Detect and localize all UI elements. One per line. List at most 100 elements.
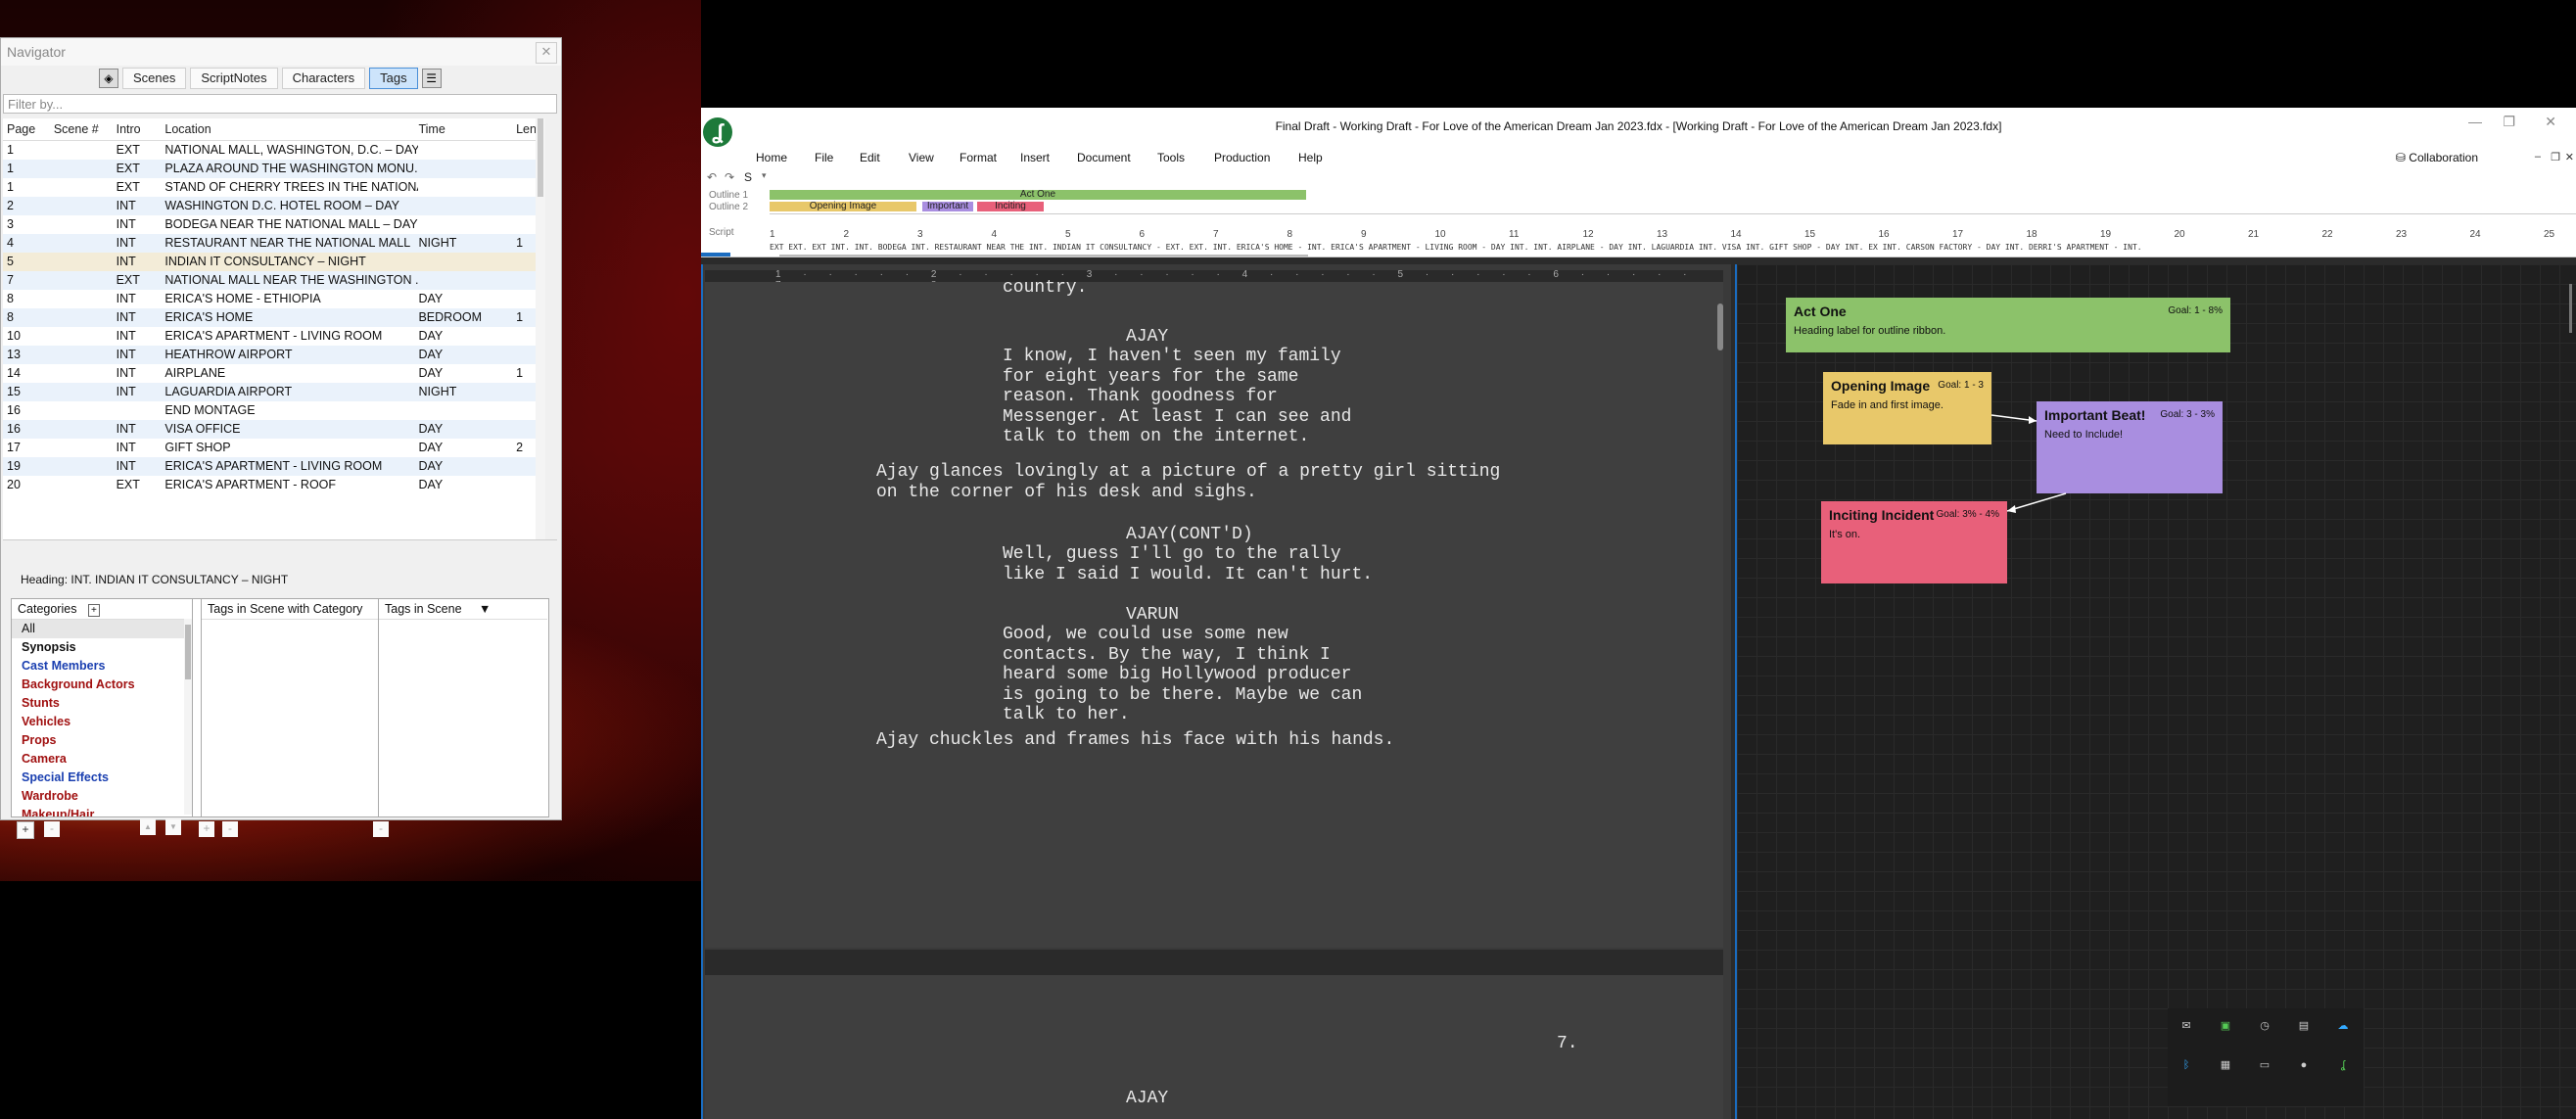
tab-scriptnotes[interactable]: ScriptNotes — [190, 68, 278, 89]
menu-insert[interactable]: Insert — [1020, 151, 1050, 164]
ruler-page-number[interactable]: 21 — [2248, 229, 2259, 240]
ruler-page-number[interactable]: 1 — [770, 229, 775, 240]
ruler-track[interactable] — [779, 255, 1308, 256]
table-row[interactable]: 1 EXT NATIONAL MALL, WASHINGTON, D.C. – DA… — [3, 141, 545, 160]
doc-restore-icon[interactable]: ❐ — [2551, 151, 2560, 163]
chevron-down-icon[interactable]: ▼ — [479, 602, 491, 616]
category-item[interactable]: Stunts — [12, 694, 192, 713]
menu-tools[interactable]: Tools — [1157, 151, 1185, 164]
table-row[interactable]: 15 INT LAGUARDIA AIRPORT NIGHT — [3, 383, 545, 401]
table-row[interactable]: 3 INT BODEGA NEAR THE NATIONAL MALL – DAY — [3, 215, 545, 234]
ruler-page-number[interactable]: 20 — [2175, 229, 2185, 240]
category-item[interactable]: Wardrobe — [12, 787, 192, 806]
ruler-page-number[interactable]: 3 — [917, 229, 923, 240]
minimize-icon[interactable]: — — [2468, 114, 2482, 129]
ruler-page-number[interactable]: 16 — [1879, 229, 1890, 240]
outline-inciting[interactable]: Inciting — [977, 202, 1044, 211]
menu-production[interactable]: Production — [1214, 151, 1270, 164]
redo-icon[interactable]: ↷ — [725, 170, 734, 184]
add-icon[interactable]: + — [17, 821, 34, 839]
character-name[interactable]: VARUN — [1126, 605, 1179, 626]
character-name[interactable]: AJAY(CONT'D) — [1126, 525, 1253, 545]
ruler-page-number[interactable]: 13 — [1657, 229, 1667, 240]
category-item[interactable]: Props — [12, 731, 192, 750]
list-view-icon[interactable]: ☰ — [421, 69, 442, 88]
beat-board-scrollbar[interactable] — [2569, 284, 2572, 333]
outline-important[interactable]: Important — [922, 202, 973, 211]
category-item[interactable]: Vehicles — [12, 713, 192, 731]
ruler-page-number[interactable]: 23 — [2396, 229, 2407, 240]
character-name[interactable]: AJAY — [1126, 1089, 1168, 1109]
menu-document[interactable]: Document — [1077, 151, 1131, 164]
menu-view[interactable]: View — [909, 151, 934, 164]
dialogue[interactable]: Well, guess I'll go to the rally like I … — [1003, 544, 1373, 584]
dialogue[interactable]: Good, we could use some new contacts. By… — [1003, 625, 1362, 725]
collaboration-button[interactable]: ⛁ Collaboration — [2396, 151, 2478, 164]
script-pane[interactable]: 1 · · · · · 2 · · · · · 3 · · · · · 4 · … — [701, 264, 1731, 1119]
category-item[interactable]: Special Effects — [12, 769, 192, 787]
table-row[interactable]: 16 END MONTAGE — [3, 401, 545, 420]
table-row[interactable]: 5 INT INDIAN IT CONSULTANCY – NIGHT — [3, 253, 545, 271]
table-row[interactable]: 16 INT VISA OFFICE DAY — [3, 420, 545, 439]
clock-icon[interactable]: ◷ — [2258, 1020, 2272, 1032]
category-item[interactable]: Camera — [12, 750, 192, 769]
tab-scenes[interactable]: Scenes — [122, 68, 187, 89]
action[interactable]: Ajay glances lovingly at a picture of a … — [876, 462, 1500, 502]
categories-scrollbar[interactable] — [184, 619, 192, 815]
final-draft-tray-icon[interactable]: ʆ — [2336, 1059, 2350, 1071]
ruler-page-number[interactable]: 11 — [1509, 229, 1519, 240]
ruler-page-number[interactable]: 22 — [2322, 229, 2333, 240]
add-tag-icon[interactable]: + — [199, 821, 214, 837]
table-row[interactable]: 19 INT ERICA'S APARTMENT - LIVING ROOM DAY — [3, 457, 545, 476]
tags-in-scene-header[interactable]: Tags in Scene ▼ — [379, 599, 547, 620]
ruler-page-number[interactable]: 10 — [1435, 229, 1446, 240]
beat-act-one[interactable]: Act One Goal: 1 - 8% Heading label for o… — [1786, 298, 2230, 352]
ruler-page-number[interactable]: 7 — [1213, 229, 1219, 240]
ruler-page-number[interactable]: 14 — [1731, 229, 1742, 240]
scene-strip[interactable]: EXT EXT. EXT INT. INT. BODEGA INT. RESTA… — [770, 243, 2142, 252]
column-header-scene-number[interactable]: Scene # — [54, 118, 117, 140]
table-row[interactable]: 20 EXT ERICA'S APARTMENT - ROOF DAY — [3, 476, 545, 494]
cloud-icon[interactable]: ☁ — [2336, 1020, 2350, 1032]
menu-file[interactable]: File — [815, 151, 833, 164]
dialogue[interactable]: I know, I haven't seen my family for eig… — [1003, 347, 1351, 447]
nvidia-icon[interactable]: ▣ — [2219, 1020, 2232, 1032]
beat-important-beat[interactable]: Important Beat! Goal: 3 - 3% Need to Inc… — [2037, 401, 2223, 493]
arrow-down-icon[interactable]: ▼ — [165, 819, 181, 835]
ruler-slider[interactable] — [701, 253, 730, 256]
outline-act-one[interactable]: Act One — [770, 190, 1306, 200]
scrollbar-thumb[interactable] — [538, 118, 543, 197]
table-row[interactable]: 1 EXT STAND OF CHERRY TREES IN THE NATIONA… — [3, 178, 545, 197]
menu-edit[interactable]: Edit — [860, 151, 880, 164]
table-row[interactable]: 14 INT AIRPLANE DAY 1 — [3, 364, 545, 383]
character-name[interactable]: AJAY — [1126, 327, 1168, 348]
ruler-page-number[interactable]: 2 — [844, 229, 850, 240]
column-header-intro[interactable]: Intro — [117, 118, 165, 140]
outline-opening-image[interactable]: Opening Image — [770, 202, 916, 211]
mail-icon[interactable]: ✉ — [2179, 1020, 2193, 1032]
ruler-page-number[interactable]: 24 — [2470, 229, 2481, 240]
ruler-page-number[interactable]: 9 — [1361, 229, 1367, 240]
table-row[interactable]: 10 INT ERICA'S APARTMENT - LIVING ROOM DAY — [3, 327, 545, 346]
customize-icon[interactable]: ▾ — [762, 170, 767, 181]
script-scrollbar[interactable] — [1717, 303, 1723, 350]
scrollbar-thumb[interactable] — [185, 625, 191, 679]
ruler-page-number[interactable]: 12 — [1583, 229, 1594, 240]
ruler-page-number[interactable]: 4 — [992, 229, 998, 240]
ruler-page-number[interactable]: 15 — [1804, 229, 1815, 240]
menu-help[interactable]: Help — [1298, 151, 1323, 164]
beat-board[interactable]: Act One Goal: 1 - 8% Heading label for o… — [1735, 264, 2576, 1119]
tab-characters[interactable]: Characters — [281, 68, 366, 89]
category-item[interactable]: Makeup/Hair — [12, 806, 192, 816]
doc-close-icon[interactable]: ✕ — [2565, 151, 2574, 163]
menu-format[interactable]: Format — [960, 151, 997, 164]
ruler-page-number[interactable]: 8 — [1288, 229, 1293, 240]
column-header-time[interactable]: Time — [418, 118, 516, 140]
ruler-page-number[interactable]: 18 — [2027, 229, 2037, 240]
ruler-page-number[interactable]: 5 — [1065, 229, 1071, 240]
tag-icon[interactable]: ◈ — [99, 69, 118, 88]
tab-tags[interactable]: Tags — [369, 68, 418, 89]
table-row[interactable]: 13 INT HEATHROW AIRPORT DAY — [3, 346, 545, 364]
close-icon[interactable]: ✕ — [2545, 114, 2556, 130]
column-header-page[interactable]: Page — [3, 118, 54, 140]
